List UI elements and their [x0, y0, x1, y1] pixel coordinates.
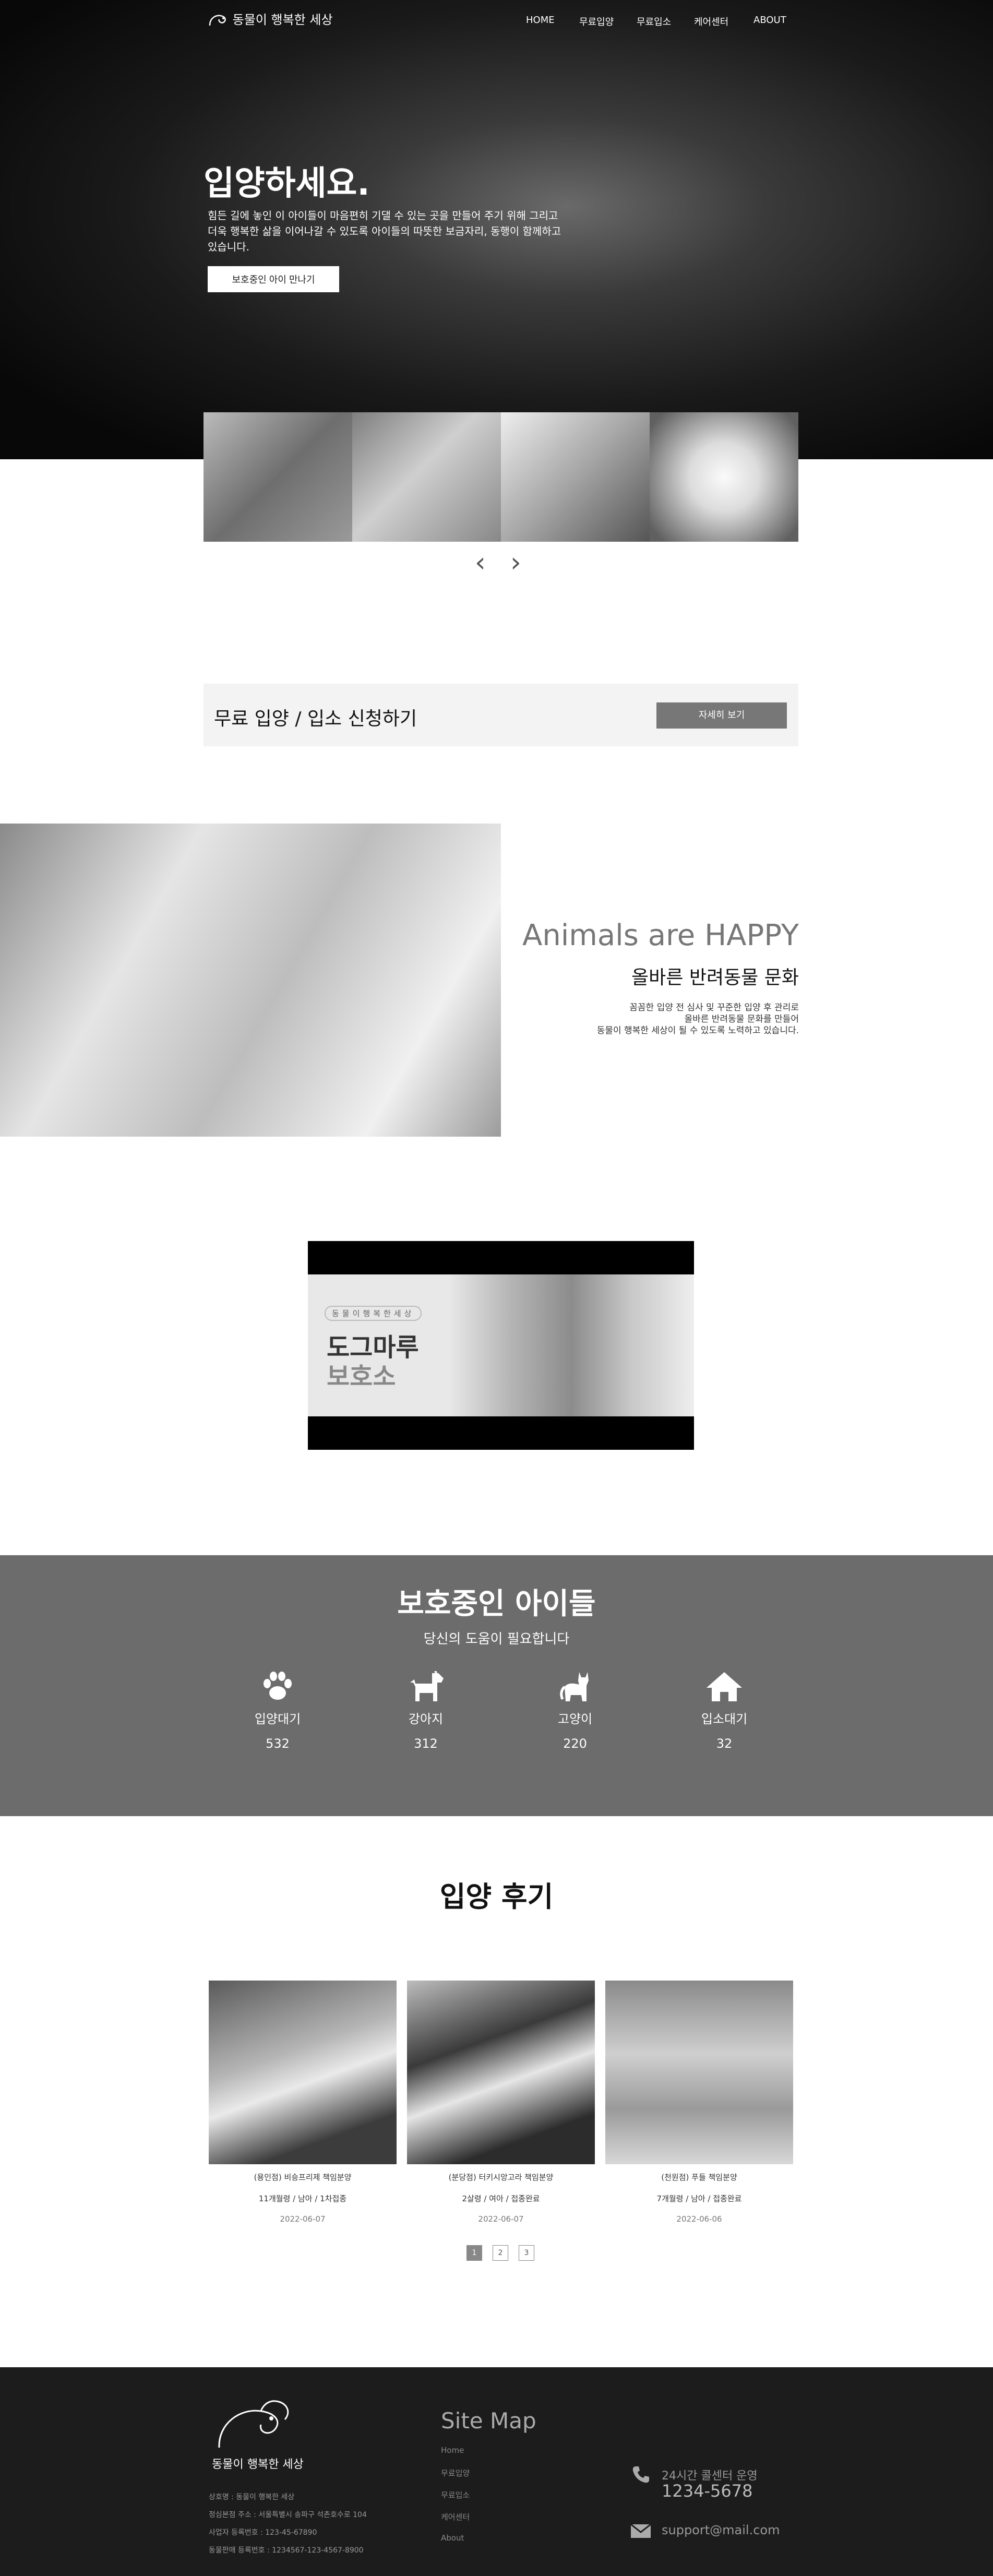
callcenter-phone[interactable]: 1234-5678 [662, 2481, 752, 2501]
sitemap-adopt[interactable]: 무료입양 [441, 2467, 470, 2489]
review-photo [407, 1981, 595, 2164]
review-photo [605, 1981, 793, 2164]
review-date: 2022-06-07 [280, 2214, 326, 2224]
carousel-next-arrow[interactable]: › [510, 547, 521, 578]
review-details: 2살령 / 여아 / 접종완료 [462, 2194, 540, 2203]
stat-label: 강아지 [408, 1712, 444, 1726]
stat-dogs: 강아지 312 [374, 1671, 478, 1751]
stat-value: 312 [414, 1736, 438, 1751]
page-2-button[interactable]: 2 [493, 2245, 508, 2261]
stats-section: 보호중인 아이들 당신의 도움이 필요합니다 입양대기 532 강아지 312 … [0, 1555, 993, 1816]
video-frame: 동물이행복한세상 도그마루 보호소 [308, 1274, 694, 1416]
video-thumbnail-photo [449, 1274, 694, 1416]
sitemap-about[interactable]: About [441, 2533, 470, 2555]
happy-desc-line: 꼼꼼한 입양 전 심사 및 꾸준한 입양 후 관리로 [629, 1003, 799, 1013]
hero-description: 힘든 길에 놓인 이 아이들이 마음편히 기댈 수 있는 곳을 만들어 주기 위… [208, 209, 561, 253]
nav-admission[interactable]: 무료입소 [637, 15, 671, 28]
review-date: 2022-06-07 [478, 2214, 524, 2224]
stat-label: 입소대기 [701, 1712, 748, 1726]
stat-waiting-adoption: 입양대기 532 [225, 1671, 330, 1751]
nav-about[interactable]: ABOUT [753, 15, 786, 26]
paw-icon [264, 1672, 292, 1700]
stat-value: 220 [563, 1736, 587, 1751]
video-tag: 동물이행복한세상 [325, 1306, 422, 1321]
logo-icon [218, 2400, 289, 2448]
view-details-button[interactable]: 자세히 보기 [656, 702, 787, 729]
stat-waiting-admission: 입소대기 32 [672, 1671, 776, 1751]
nav-care-center[interactable]: 케어센터 [694, 15, 728, 28]
stat-value: 532 [266, 1736, 290, 1751]
stats-subtitle: 당신의 도움이 필요합니다 [423, 1631, 570, 1647]
carousel-image-3[interactable] [501, 412, 650, 542]
cat-icon [560, 1672, 589, 1701]
nav-home[interactable]: HOME [526, 15, 555, 26]
dog-icon [410, 1671, 444, 1701]
sitemap-admission[interactable]: 무료입소 [441, 2489, 470, 2511]
stat-cats: 고양이 220 [523, 1671, 627, 1751]
mail-icon [630, 2524, 651, 2538]
review-photo [209, 1981, 397, 2164]
hero-title: 입양하세요. [204, 164, 370, 203]
sitemap-links: Home 무료입양 무료입소 케어센터 About [441, 2446, 470, 2555]
happy-desc-line: 동물이 행복한 세상이 될 수 있도록 노력하고 있습니다. [596, 1025, 799, 1036]
happy-title: Animals are HAPPY [522, 919, 799, 952]
video-subtitle: 보호소 [327, 1362, 396, 1391]
carousel-image-2[interactable] [352, 412, 501, 542]
promo-video[interactable]: 동물이행복한세상 도그마루 보호소 [308, 1241, 694, 1450]
company-info-line: 정심본점 주소 : 서울특별시 송파구 석촌호수로 104 [209, 2511, 367, 2519]
review-details: 7개월령 / 남아 / 접종완료 [656, 2194, 742, 2203]
stat-value: 32 [716, 1736, 733, 1751]
carousel-image-1[interactable] [204, 412, 352, 542]
stat-label: 입양대기 [254, 1712, 301, 1726]
review-card[interactable]: (용인점) 비숑프리제 책임분양 11개월령 / 남아 / 1차접종 2022-… [209, 1981, 397, 2224]
review-details: 11개월령 / 남아 / 1차접종 [258, 2194, 347, 2203]
logo-text: 동물이 행복한 세상 [232, 13, 333, 27]
home-icon [707, 1672, 742, 1701]
sitemap-title: Site Map [441, 2408, 536, 2434]
review-title: (천원점) 푸들 책임분양 [661, 2173, 737, 2182]
support-email[interactable]: support@mail.com [662, 2523, 780, 2537]
review-title: (분당점) 터키시앙고라 책임분양 [448, 2173, 554, 2182]
company-info-line: 동물판매 등록번호 : 1234567-123-4567-8900 [209, 2546, 364, 2555]
stats-title: 보호중인 아이들 [397, 1587, 596, 1621]
sitemap-care-center[interactable]: 케어센터 [441, 2511, 470, 2533]
meet-animals-button[interactable]: 보호중인 아이 만나기 [208, 266, 339, 292]
review-card[interactable]: (천원점) 푸들 책임분양 7개월령 / 남아 / 접종완료 2022-06-0… [605, 1981, 793, 2224]
phone-icon [632, 2466, 649, 2483]
site-logo[interactable]: 동물이 행복한 세상 [208, 9, 333, 29]
footer-logo-text: 동물이 행복한 세상 [212, 2458, 304, 2471]
footer-logo[interactable]: 동물이 행복한 세상 [209, 2398, 304, 2472]
carousel-prev-arrow[interactable]: ‹ [475, 547, 486, 578]
company-info-line: 상호명 : 동물이 행복한 세상 [209, 2493, 295, 2501]
company-info-line: 사업자 등록번호 : 123-45-67890 [209, 2529, 317, 2537]
company-info: 상호명 : 동물이 행복한 세상 정심본점 주소 : 서울특별시 송파구 석촌호… [209, 2488, 367, 2559]
family-photo [0, 824, 501, 1137]
nav-adopt[interactable]: 무료입양 [579, 15, 614, 28]
adoption-cta-bar: 무료 입양 / 입소 신청하기 자세히 보기 [204, 684, 798, 746]
carousel-image-4[interactable] [650, 412, 798, 542]
page-3-button[interactable]: 3 [519, 2245, 534, 2261]
hero-banner: 동물이 행복한 세상 HOME 무료입양 무료입소 케어센터 ABOUT 입양하… [0, 0, 993, 459]
site-footer: 동물이 행복한 세상 상호명 : 동물이 행복한 세상 정심본점 주소 : 서울… [0, 2367, 993, 2576]
page-1-button[interactable]: 1 [466, 2245, 482, 2261]
happy-desc-line: 올바른 반려동물 문화를 만들어 [684, 1014, 799, 1024]
happy-description: 꼼꼼한 입양 전 심사 및 꾸준한 입양 후 관리로 올바른 반려동물 문화를 … [486, 1002, 799, 1036]
stat-label: 고양이 [557, 1712, 593, 1726]
sitemap-home[interactable]: Home [441, 2446, 470, 2467]
review-date: 2022-06-06 [676, 2214, 722, 2224]
review-card[interactable]: (분당점) 터키시앙고라 책임분양 2살령 / 여아 / 접종완료 2022-0… [407, 1981, 595, 2224]
logo-icon [209, 15, 226, 26]
happy-subtitle: 올바른 반려동물 문화 [631, 967, 799, 988]
review-title: (용인점) 비숑프리제 책임분양 [254, 2173, 352, 2182]
reviews-title: 입양 후기 [439, 1880, 554, 1913]
cta-title: 무료 입양 / 입소 신청하기 [214, 708, 417, 730]
